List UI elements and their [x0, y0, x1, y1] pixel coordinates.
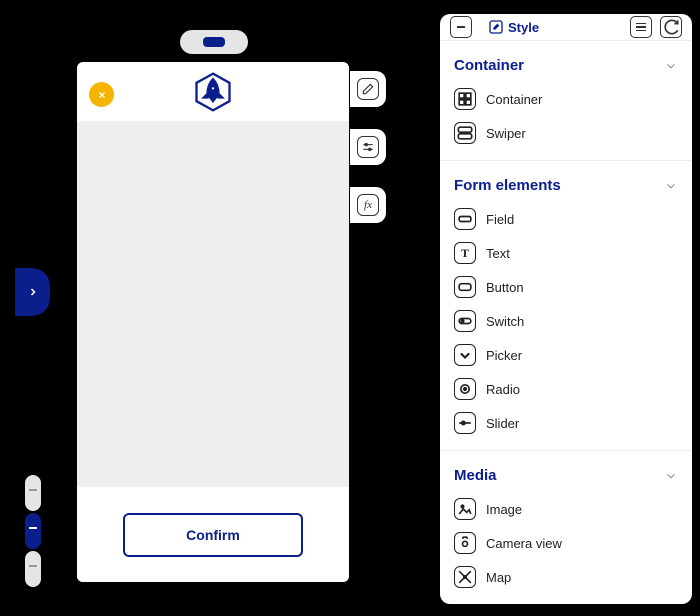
rocket-icon [191, 70, 235, 114]
item-slider[interactable]: Slider [454, 408, 678, 438]
preview-canvas: Confirm [77, 62, 349, 582]
app-logo [191, 70, 235, 114]
switch-icon [454, 310, 476, 332]
item-label: Camera view [486, 536, 562, 551]
item-label: Container [486, 92, 542, 107]
item-swiper[interactable]: Swiper [454, 118, 678, 148]
function-action[interactable]: fx [350, 187, 386, 223]
component-panel: Style Container Container [440, 14, 692, 604]
section-header-media[interactable]: Media [440, 461, 692, 490]
canvas-body[interactable] [77, 122, 349, 487]
section-title-form: Form elements [454, 177, 561, 194]
refresh-button[interactable] [660, 16, 682, 38]
item-label: Map [486, 570, 511, 585]
item-picker[interactable]: Picker [454, 340, 678, 370]
top-size-pill-handle [203, 37, 225, 47]
style-tab-label: Style [508, 20, 539, 35]
zoom-pill-bottom[interactable] [25, 551, 41, 587]
expand-handle[interactable] [15, 268, 50, 316]
pencil-icon [357, 78, 379, 100]
item-label: Text [486, 246, 510, 261]
close-icon [97, 90, 107, 100]
item-label: Swiper [486, 126, 526, 141]
zoom-pill-top[interactable] [25, 475, 41, 511]
sliders-action[interactable] [350, 129, 386, 165]
item-image[interactable]: Image [454, 494, 678, 524]
function-icon: fx [357, 194, 379, 216]
item-label: Radio [486, 382, 520, 397]
section-header-form[interactable]: Form elements [440, 171, 692, 200]
button-icon [454, 276, 476, 298]
item-label: Field [486, 212, 514, 227]
style-tab[interactable]: Style [480, 15, 547, 39]
swiper-icon [454, 122, 476, 144]
item-label: Picker [486, 348, 522, 363]
section-title-container: Container [454, 57, 524, 74]
top-size-pill[interactable] [180, 30, 248, 54]
chevron-right-icon [27, 286, 39, 298]
edit-action[interactable] [350, 71, 386, 107]
sliders-icon [357, 136, 379, 158]
canvas-footer: Confirm [77, 487, 349, 582]
collapse-button[interactable] [450, 16, 472, 38]
map-icon [454, 566, 476, 588]
chevron-down-icon [664, 469, 678, 483]
section-container: Container Container Swiper [440, 41, 692, 161]
item-switch[interactable]: Switch [454, 306, 678, 336]
item-text[interactable]: T Text [454, 238, 678, 268]
field-icon [454, 208, 476, 230]
refresh-icon [661, 17, 681, 37]
item-label: Image [486, 502, 522, 517]
close-button[interactable] [89, 82, 114, 107]
zoom-controls [25, 475, 41, 587]
zoom-pill-middle[interactable] [25, 513, 41, 549]
radio-icon [454, 378, 476, 400]
item-button[interactable]: Button [454, 272, 678, 302]
chevron-down-icon [664, 179, 678, 193]
section-form: Form elements Field T Text Button [440, 161, 692, 451]
item-container[interactable]: Container [454, 84, 678, 114]
section-title-media: Media [454, 467, 497, 484]
side-actions: fx [350, 71, 386, 223]
item-label: Switch [486, 314, 524, 329]
picker-icon [454, 344, 476, 366]
slider-icon [454, 412, 476, 434]
item-radio[interactable]: Radio [454, 374, 678, 404]
canvas-header [77, 62, 349, 122]
image-icon [454, 498, 476, 520]
pencil-square-icon [488, 19, 504, 35]
panel-toolbar: Style [440, 14, 692, 41]
section-header-container[interactable]: Container [440, 51, 692, 80]
item-label: Slider [486, 416, 519, 431]
item-field[interactable]: Field [454, 204, 678, 234]
confirm-button-label: Confirm [186, 527, 240, 543]
confirm-button[interactable]: Confirm [123, 513, 303, 557]
text-icon: T [454, 242, 476, 264]
container-icon [454, 88, 476, 110]
list-button[interactable] [630, 16, 652, 38]
item-label: Button [486, 280, 524, 295]
item-camera[interactable]: Camera view [454, 528, 678, 558]
item-map[interactable]: Map [454, 562, 678, 592]
section-media: Media Image Camera view Map [440, 451, 692, 604]
camera-icon [454, 532, 476, 554]
chevron-down-icon [664, 59, 678, 73]
